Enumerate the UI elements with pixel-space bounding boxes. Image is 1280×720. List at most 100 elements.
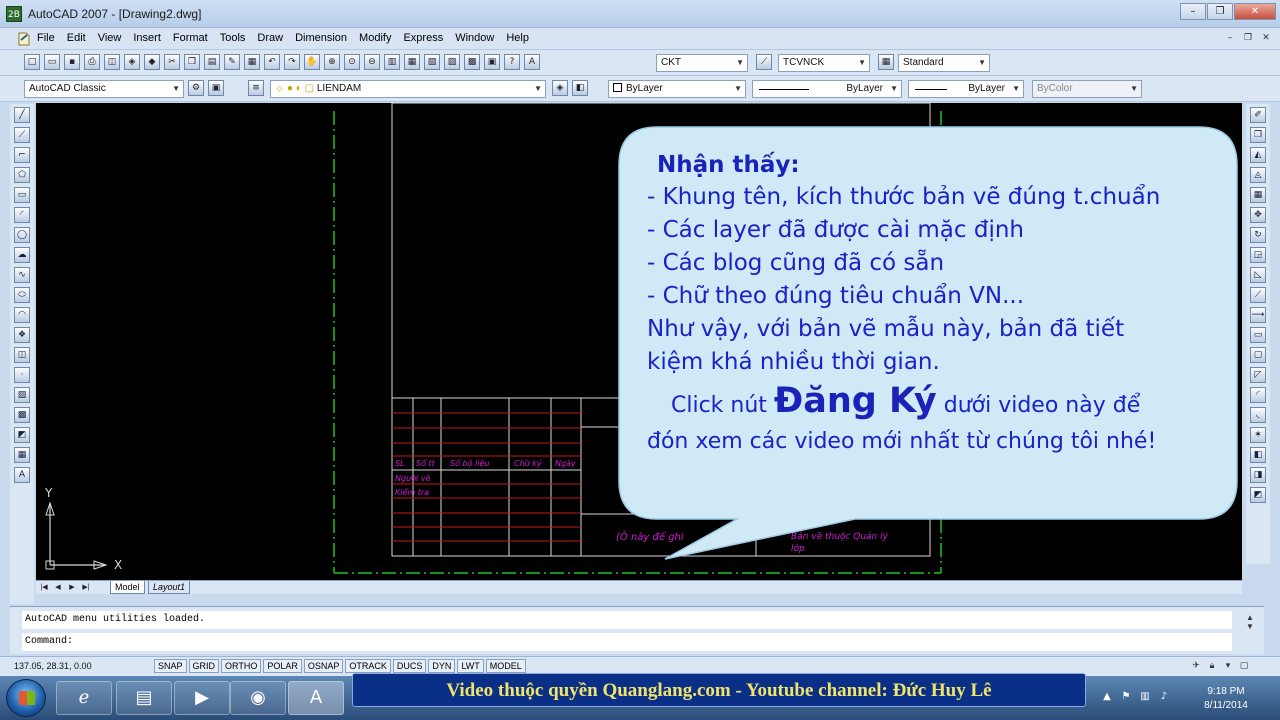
maximize-button[interactable]: ❐ — [1207, 3, 1233, 20]
workspace-settings-icon[interactable]: ⚙ — [188, 80, 204, 96]
point-icon[interactable]: · — [14, 367, 30, 383]
rotate-icon[interactable]: ↻ — [1250, 227, 1266, 243]
zoom-realtime-icon[interactable]: ⊕ — [324, 54, 340, 70]
last-tab-button[interactable]: ▶| — [80, 582, 92, 593]
tray-flag-icon[interactable]: ⚑ — [1119, 690, 1133, 704]
ducs-toggle[interactable]: DUCS — [392, 659, 427, 673]
menu-insert[interactable]: Insert — [133, 32, 161, 44]
first-tab-button[interactable]: |◀ — [38, 582, 50, 593]
chamfer-icon[interactable]: ◸ — [1250, 367, 1266, 383]
sheet-set-icon[interactable]: ▨ — [444, 54, 460, 70]
lineweight-select[interactable]: ByLayer ▼ — [908, 80, 1024, 98]
draworder-icon[interactable]: ◧ — [1250, 447, 1266, 463]
erase-icon[interactable]: ✐ — [1250, 107, 1266, 123]
table-style-icon[interactable]: ▦ — [878, 54, 894, 70]
doc-restore-button[interactable]: ❐ — [1240, 31, 1256, 45]
cut-icon[interactable]: ✂ — [164, 54, 180, 70]
clean-screen-icon[interactable]: ▢ — [1238, 660, 1250, 672]
lock-icon[interactable]: 🔒︎ — [1206, 660, 1218, 672]
menu-express[interactable]: Express — [403, 32, 443, 44]
rectangle-icon[interactable]: ▭ — [14, 187, 30, 203]
media-player-icon[interactable]: ▶ — [174, 681, 230, 715]
next-tab-button[interactable]: ▶ — [66, 582, 78, 593]
otrack-toggle[interactable]: OTRACK — [345, 659, 391, 673]
communication-center-icon[interactable]: ✈ — [1190, 660, 1202, 672]
plot-icon[interactable]: ⎙ — [84, 54, 100, 70]
undo-icon[interactable]: ↶ — [264, 54, 280, 70]
text-style-icon[interactable]: A — [524, 54, 540, 70]
dyn-toggle[interactable]: DYN — [428, 659, 456, 673]
explode-icon[interactable]: ✶ — [1250, 427, 1266, 443]
paste-icon[interactable]: ▤ — [204, 54, 220, 70]
array-icon[interactable]: ▦ — [1250, 187, 1266, 203]
file-explorer-icon[interactable]: ▤ — [116, 681, 172, 715]
insert-block-icon[interactable]: ❖ — [14, 327, 30, 343]
tool-palettes-icon[interactable]: ▧ — [424, 54, 440, 70]
make-object-layer-current-icon[interactable]: ◈ — [552, 80, 568, 96]
extend-icon[interactable]: ⟶ — [1250, 307, 1266, 323]
polar-toggle[interactable]: POLAR — [263, 659, 302, 673]
polyline-icon[interactable]: ⌐ — [14, 147, 30, 163]
break-icon[interactable]: ▭ — [1250, 327, 1266, 343]
table-style-select[interactable]: Standard ▼ — [898, 54, 990, 72]
layer-previous-icon[interactable]: ◧ — [572, 80, 588, 96]
layer-manager-icon[interactable]: ≡ — [248, 80, 264, 96]
autocad-taskbar-icon[interactable]: A — [288, 681, 344, 715]
open-file-icon[interactable]: ▭ — [44, 54, 60, 70]
start-button[interactable] — [6, 679, 46, 717]
markup-icon[interactable]: ▩ — [464, 54, 480, 70]
revision-cloud-icon[interactable]: ☁ — [14, 247, 30, 263]
scale-icon[interactable]: ◲ — [1250, 247, 1266, 263]
move-icon[interactable]: ✥ — [1250, 207, 1266, 223]
tab-model[interactable]: Model — [110, 581, 145, 594]
copy-object-icon[interactable]: ❐ — [1250, 127, 1266, 143]
3d-dwf-icon[interactable]: ◆ — [144, 54, 160, 70]
menu-edit[interactable]: Edit — [67, 32, 86, 44]
zoom-window-icon[interactable]: ⊙ — [344, 54, 360, 70]
menu-view[interactable]: View — [98, 32, 122, 44]
linetype-select[interactable]: ByLayer ▼ — [752, 80, 902, 98]
autocad-app-icon[interactable]: 2B — [6, 6, 22, 22]
plot-style-select[interactable]: ByColor ▼ — [1032, 80, 1142, 98]
workspace-save-icon[interactable]: ▣ — [208, 80, 224, 96]
lwt-toggle[interactable]: LWT — [457, 659, 484, 673]
grid-toggle[interactable]: GRID — [188, 659, 220, 673]
model-toggle[interactable]: MODEL — [485, 659, 526, 673]
zoom-previous-icon[interactable]: ⊖ — [364, 54, 380, 70]
new-file-icon[interactable]: □ — [24, 54, 40, 70]
pan-icon[interactable]: ✋ — [304, 54, 320, 70]
construction-line-icon[interactable]: ⟋ — [14, 127, 30, 143]
spline-icon[interactable]: ∿ — [14, 267, 30, 283]
dim-style-icon[interactable]: ⟋ — [756, 54, 772, 70]
doc-minimize-button[interactable]: – — [1222, 31, 1238, 45]
plot-preview-icon[interactable]: ◫ — [104, 54, 120, 70]
gradient-icon[interactable]: ▩ — [14, 407, 30, 423]
table-icon[interactable]: ▦ — [14, 447, 30, 463]
taskbar-clock[interactable]: 9:18 PM 8/11/2014 — [1196, 685, 1256, 713]
copy-icon[interactable]: ❐ — [184, 54, 200, 70]
internet-explorer-icon[interactable]: ℯ — [56, 681, 112, 715]
properties-icon[interactable]: ▥ — [384, 54, 400, 70]
fillet-arc-icon[interactable]: ◟ — [1250, 407, 1266, 423]
block-editor-icon[interactable]: ▦ — [244, 54, 260, 70]
osnap-toggle[interactable]: OSNAP — [303, 659, 344, 673]
status-menu-icon[interactable]: ▾ — [1222, 660, 1234, 672]
menu-draw[interactable]: Draw — [257, 32, 283, 44]
minimize-button[interactable]: – — [1180, 3, 1206, 20]
menu-format[interactable]: Format — [173, 32, 208, 44]
tab-layout1[interactable]: Layout1 — [148, 581, 191, 594]
polygon-icon[interactable]: ⬠ — [14, 167, 30, 183]
menu-file[interactable]: File — [37, 32, 55, 44]
stretch-icon[interactable]: ◺ — [1250, 267, 1266, 283]
multiline-text-icon[interactable]: A — [14, 467, 30, 483]
menu-tools[interactable]: Tools — [220, 32, 246, 44]
command-scrollbar[interactable]: ▲ ▼ — [1244, 613, 1256, 651]
publish-icon[interactable]: ◈ — [124, 54, 140, 70]
menu-window[interactable]: Window — [455, 32, 494, 44]
arc-icon[interactable]: ◜ — [14, 207, 30, 223]
redo-icon[interactable]: ↷ — [284, 54, 300, 70]
chrome-icon[interactable]: ◉ — [230, 681, 286, 715]
tray-arrow-icon[interactable]: ▲ — [1100, 690, 1114, 704]
tray-volume-icon[interactable]: ♪ — [1157, 690, 1171, 704]
menu-modify[interactable]: Modify — [359, 32, 391, 44]
